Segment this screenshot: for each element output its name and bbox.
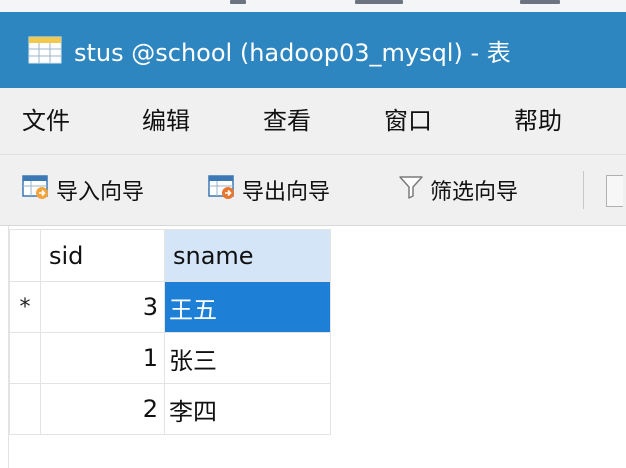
table-row[interactable]: 2 李四	[9, 383, 331, 435]
window-titlebar[interactable]: stus @school (hadoop03_mysql) - 表	[0, 12, 626, 88]
row-indicator[interactable]: *	[9, 281, 41, 333]
filter-wizard-button[interactable]: 筛选向导	[398, 155, 518, 225]
window-title: stus @school (hadoop03_mysql) - 表	[74, 38, 511, 67]
cell-sid[interactable]: 1	[40, 332, 165, 384]
column-header-sname[interactable]: sname	[164, 229, 331, 282]
cropped-fragment	[355, 0, 403, 4]
column-header-sid[interactable]: sid	[40, 229, 165, 282]
cell-sname[interactable]: 张三	[164, 332, 331, 384]
export-wizard-button[interactable]: 导出向导	[208, 155, 330, 225]
menu-help[interactable]: 帮助	[514, 88, 562, 154]
menubar: 文件 编辑 查看 窗口 帮助	[0, 88, 626, 155]
import-wizard-icon	[22, 174, 50, 206]
toolbar-next-button-partial[interactable]	[606, 175, 623, 207]
filter-icon	[398, 174, 424, 206]
row-indicator[interactable]	[9, 332, 41, 384]
row-indicator[interactable]	[9, 383, 41, 435]
import-wizard-button[interactable]: 导入向导	[22, 155, 144, 225]
cropped-fragment	[520, 0, 560, 4]
import-wizard-label: 导入向导	[56, 180, 145, 205]
menu-file[interactable]: 文件	[22, 88, 70, 154]
table-row[interactable]: 1 张三	[9, 332, 331, 384]
export-wizard-label: 导出向导	[242, 180, 331, 205]
cell-sname[interactable]: 王五	[164, 281, 331, 333]
menu-view[interactable]: 查看	[263, 88, 311, 154]
toolbar-separator	[583, 171, 584, 209]
data-grid: sid sname * 3 王五 1 张三 2 李四	[9, 229, 331, 435]
menu-window[interactable]: 窗口	[384, 88, 432, 154]
toolbar: 导入向导 导出向导 筛选向导	[0, 155, 626, 226]
filter-wizard-label: 筛选向导	[430, 180, 519, 205]
menu-edit[interactable]: 编辑	[142, 88, 190, 154]
export-wizard-icon	[208, 174, 236, 206]
cropped-fragment	[230, 0, 246, 4]
cell-sname[interactable]: 李四	[164, 383, 331, 435]
cell-sid[interactable]: 3	[40, 281, 165, 333]
grid-header-row: sid sname	[9, 229, 331, 282]
table-row[interactable]: * 3 王五	[9, 281, 331, 333]
cell-sid[interactable]: 2	[40, 383, 165, 435]
row-indicator-header	[9, 229, 41, 282]
table-icon	[28, 36, 62, 64]
